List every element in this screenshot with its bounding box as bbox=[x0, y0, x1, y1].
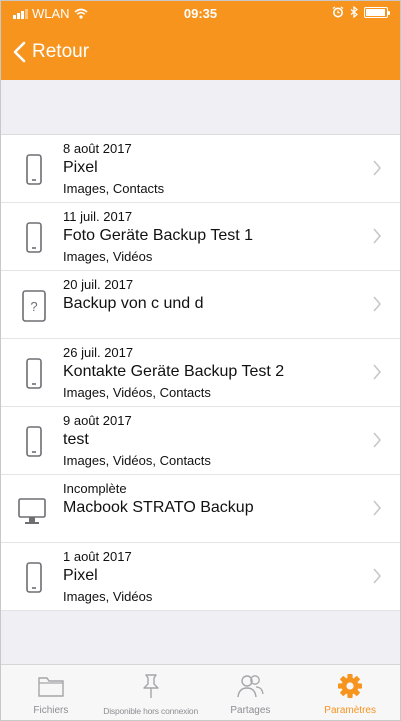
tab-settings[interactable]: Paramètres bbox=[300, 665, 400, 720]
tab-label: Paramètres bbox=[324, 705, 376, 716]
chevron-right-icon bbox=[373, 364, 382, 380]
status-right bbox=[332, 6, 390, 18]
backup-row[interactable]: 26 juil. 2017 Kontakte Geräte Backup Tes… bbox=[1, 339, 400, 407]
chevron-right-icon bbox=[373, 568, 382, 584]
tab-files[interactable]: Fichiers bbox=[1, 665, 101, 720]
chevron-right-icon bbox=[373, 160, 382, 176]
backup-name: Macbook STRATO Backup bbox=[63, 499, 254, 516]
backup-date: 26 juil. 2017 bbox=[63, 345, 134, 360]
battery-icon bbox=[364, 6, 390, 18]
backup-date: 9 août 2017 bbox=[63, 413, 132, 428]
desktop-computer-icon bbox=[18, 498, 46, 524]
backup-row[interactable]: Incomplète Macbook STRATO Backup bbox=[1, 475, 400, 543]
backup-list: 8 août 2017 Pixel Images, Contacts 11 ju… bbox=[1, 135, 400, 611]
backup-name: test bbox=[63, 431, 89, 448]
tab-bar: Fichiers Disponible hors connexion Parta… bbox=[1, 664, 400, 720]
backup-content: Images, Contacts bbox=[63, 181, 165, 196]
back-label: Retour bbox=[32, 41, 90, 62]
backup-name: Backup von c und d bbox=[63, 295, 204, 312]
backup-row[interactable]: 11 juil. 2017 Foto Geräte Backup Test 1 … bbox=[1, 203, 400, 271]
list-footer-spacer bbox=[1, 611, 400, 664]
backup-date: Incomplète bbox=[63, 481, 127, 496]
chevron-right-icon bbox=[373, 432, 382, 448]
alarm-icon bbox=[332, 6, 344, 18]
gear-icon bbox=[338, 674, 363, 698]
phone-icon bbox=[26, 562, 42, 593]
backup-date: 1 août 2017 bbox=[63, 549, 132, 564]
chevron-left-icon bbox=[13, 41, 26, 63]
unknown-device-icon: ? bbox=[22, 290, 46, 322]
tab-offline[interactable]: Disponible hors connexion bbox=[101, 665, 201, 720]
backup-row[interactable]: 1 août 2017 Pixel Images, Vidéos bbox=[1, 543, 400, 611]
backup-content: Images, Vidéos bbox=[63, 589, 153, 604]
app-screen: WLAN 09:35 Retour 8 août 2017 Pixel Imag… bbox=[0, 0, 401, 721]
backup-content: Images, Vidéos, Contacts bbox=[63, 453, 211, 468]
backup-date: 11 juil. 2017 bbox=[63, 209, 133, 224]
phone-icon bbox=[26, 154, 42, 185]
backup-name: Foto Geräte Backup Test 1 bbox=[63, 227, 254, 244]
chevron-right-icon bbox=[373, 296, 382, 312]
svg-text:?: ? bbox=[30, 299, 37, 314]
phone-icon bbox=[26, 426, 42, 457]
phone-icon bbox=[26, 222, 42, 253]
status-bar: WLAN 09:35 bbox=[1, 1, 400, 25]
chevron-right-icon bbox=[373, 228, 382, 244]
backup-date: 20 juil. 2017 bbox=[63, 277, 134, 292]
tab-shares[interactable]: Partages bbox=[201, 665, 301, 720]
folder-icon bbox=[38, 677, 64, 697]
backup-date: 8 août 2017 bbox=[63, 141, 132, 156]
backup-name: Pixel bbox=[63, 567, 98, 584]
backup-row[interactable]: 9 août 2017 test Images, Vidéos, Contact… bbox=[1, 407, 400, 475]
tab-label: Fichiers bbox=[33, 705, 69, 716]
backup-name: Kontakte Geräte Backup Test 2 bbox=[63, 363, 285, 380]
tab-label: Disponible hors connexion bbox=[103, 706, 198, 716]
bluetooth-icon bbox=[350, 6, 358, 18]
top-bar: WLAN 09:35 Retour bbox=[1, 1, 400, 80]
backup-content: Images, Vidéos bbox=[63, 249, 153, 264]
people-icon bbox=[237, 675, 265, 698]
backup-row[interactable]: 8 août 2017 Pixel Images, Contacts bbox=[1, 135, 400, 203]
pin-icon bbox=[142, 674, 159, 698]
backup-row[interactable]: ? 20 juil. 2017 Backup von c und d bbox=[1, 271, 400, 339]
phone-icon bbox=[26, 358, 42, 389]
backup-name: Pixel bbox=[63, 159, 98, 176]
backup-content: Images, Vidéos, Contacts bbox=[63, 385, 211, 400]
tab-label: Partages bbox=[230, 705, 271, 716]
chevron-right-icon bbox=[373, 500, 382, 516]
back-button[interactable]: Retour bbox=[13, 41, 89, 63]
header-spacer bbox=[1, 80, 400, 135]
